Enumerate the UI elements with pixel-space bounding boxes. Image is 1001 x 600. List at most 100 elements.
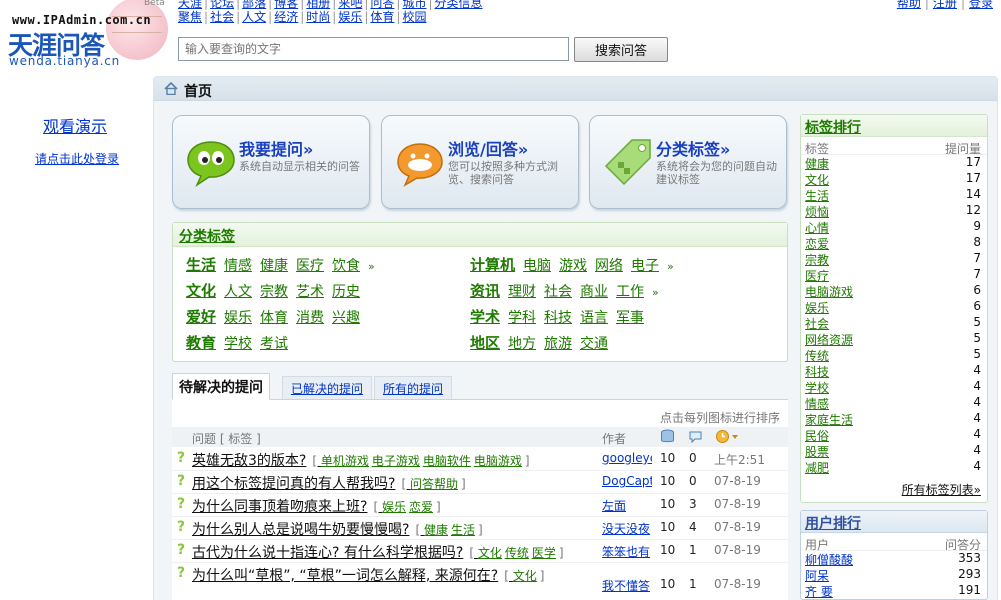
question-author[interactable]: 我不懂答 <box>602 577 652 594</box>
watch-demo-link[interactable]: 观看演示 <box>43 113 107 137</box>
register-link[interactable]: 注册 <box>933 0 957 10</box>
question-author[interactable]: googleye <box>602 451 652 465</box>
question-title[interactable]: 用这个标签提问真的有人帮我吗?[ 问答帮助] <box>192 473 466 493</box>
search-button[interactable]: 搜索问答 <box>574 37 668 62</box>
browse-answer-title[interactable]: 浏览/回答» <box>448 136 528 160</box>
tag-link[interactable]: 恋爱 <box>805 237 829 251</box>
category-sub[interactable]: 情感 <box>224 258 252 274</box>
question-tag[interactable]: 传统 <box>505 546 529 560</box>
category-sub[interactable]: 交通 <box>580 336 608 352</box>
question-tag[interactable]: 问答帮助 <box>410 477 458 491</box>
category-more[interactable]: » <box>667 260 674 273</box>
category-sub[interactable]: 电子 <box>631 258 659 274</box>
category-sub[interactable]: 饮食 <box>332 258 360 274</box>
nav-link[interactable]: 娱乐 <box>338 10 362 24</box>
nav-link[interactable]: 经济 <box>274 10 298 24</box>
category-sub[interactable]: 电脑 <box>523 258 551 274</box>
user-link[interactable]: 齐 要 <box>805 585 833 599</box>
nav-link[interactable]: 体育 <box>370 10 394 24</box>
question-tag[interactable]: 文化 <box>478 546 502 560</box>
question-author[interactable]: 没天没夜 <box>602 520 652 537</box>
question-title[interactable]: 英雄无敌3的版本?[ 单机游戏 电子游戏 电脑软件 电脑游戏] <box>192 450 530 470</box>
question-tag[interactable]: 健康 <box>424 523 448 537</box>
tag-link[interactable]: 科技 <box>805 365 829 379</box>
nav-link[interactable]: 时尚 <box>306 10 330 24</box>
nav-link[interactable]: 分类信息 <box>435 0 483 10</box>
category-sub[interactable]: 旅游 <box>544 336 572 352</box>
question-author[interactable]: DogCapt <box>602 474 652 488</box>
category-sub[interactable]: 学校 <box>224 336 252 352</box>
tag-link[interactable]: 家庭生活 <box>805 413 853 427</box>
category-more[interactable]: » <box>652 286 659 299</box>
tag-link[interactable]: 社会 <box>805 317 829 331</box>
question-tag[interactable]: 电脑软件 <box>423 454 471 468</box>
category-panel-title[interactable]: 分类标签 <box>173 223 787 247</box>
question-tag[interactable]: 医学 <box>532 546 556 560</box>
category-more[interactable]: » <box>368 260 375 273</box>
category-sub[interactable]: 消费 <box>296 310 324 326</box>
question-author[interactable]: 左面 <box>602 497 652 514</box>
nav-link[interactable]: 城市 <box>402 0 426 10</box>
tag-rank-title[interactable]: 标签排行 <box>801 115 987 137</box>
question-tag[interactable]: 电子游戏 <box>372 454 420 468</box>
nav-link[interactable]: 问答 <box>370 0 394 10</box>
nav-link[interactable]: 聚焦 <box>178 10 202 24</box>
question-title[interactable]: 为什么别人总是说喝牛奶要慢慢喝?[ 健康 生活] <box>192 519 483 539</box>
category-sub[interactable]: 工作 <box>616 284 644 300</box>
nav-link[interactable]: 社会 <box>210 10 234 24</box>
category-main[interactable]: 资讯 <box>470 282 500 300</box>
category-sub[interactable]: 社会 <box>544 284 572 300</box>
category-main[interactable]: 生活 <box>186 256 216 274</box>
nav-link[interactable]: 人文 <box>242 10 266 24</box>
tag-link[interactable]: 烦恼 <box>805 205 829 219</box>
tag-link[interactable]: 文化 <box>805 173 829 187</box>
tag-link[interactable]: 医疗 <box>805 269 829 283</box>
category-main[interactable]: 文化 <box>186 282 216 300</box>
category-sub[interactable]: 网络 <box>595 258 623 274</box>
category-sub[interactable]: 艺术 <box>296 284 324 300</box>
user-link[interactable]: 阿呆 <box>805 569 829 583</box>
category-sub[interactable]: 理财 <box>508 284 536 300</box>
ask-question-title[interactable]: 我要提问» <box>239 136 313 160</box>
database-icon[interactable] <box>660 429 675 444</box>
category-sub[interactable]: 军事 <box>616 310 644 326</box>
category-sub[interactable]: 地方 <box>508 336 536 352</box>
ask-question-box[interactable]: 我要提问» 系统自动显示相关的问答 <box>172 115 370 209</box>
category-main[interactable]: 地区 <box>470 334 500 352</box>
question-title[interactable]: 为什么叫“草根”, “草根”一词怎么解释, 来源何在?[ 文化] <box>192 565 592 585</box>
question-author[interactable]: 笨笨也有 <box>602 543 652 560</box>
nav-link[interactable]: 博客 <box>274 0 298 10</box>
column-author[interactable]: 作者 <box>602 430 626 447</box>
tab-unsolved[interactable]: 待解决的提问 <box>172 373 270 400</box>
category-sub[interactable]: 语言 <box>580 310 608 326</box>
category-sub[interactable]: 娱乐 <box>224 310 252 326</box>
tag-link[interactable]: 网络资源 <box>805 333 853 347</box>
category-main[interactable]: 爱好 <box>186 308 216 326</box>
nav-link[interactable]: 部落 <box>242 0 266 10</box>
question-tag[interactable]: 电脑游戏 <box>474 454 522 468</box>
tag-link[interactable]: 电脑游戏 <box>805 285 853 299</box>
question-tag[interactable]: 单机游戏 <box>321 454 369 468</box>
search-input[interactable] <box>178 37 569 61</box>
category-sub[interactable]: 宗教 <box>260 284 288 300</box>
question-tag[interactable]: 娱乐 <box>382 500 406 514</box>
category-main[interactable]: 计算机 <box>470 256 515 274</box>
question-title[interactable]: 古代为什么说十指连心? 有什么科学根据吗?[ 文化 传统 医学] <box>192 542 564 562</box>
user-link[interactable]: 柳僧酸酸 <box>805 553 853 567</box>
tag-link[interactable]: 民俗 <box>805 429 829 443</box>
category-sub[interactable]: 商业 <box>580 284 608 300</box>
tab-all[interactable]: 所有的提问 <box>374 376 453 399</box>
tag-link[interactable]: 生活 <box>805 189 829 203</box>
tag-link[interactable]: 健康 <box>805 157 829 171</box>
help-link[interactable]: 帮助 <box>897 0 921 10</box>
all-tags-link[interactable]: 所有标签列表» <box>902 481 981 498</box>
category-sub[interactable]: 医疗 <box>296 258 324 274</box>
question-title[interactable]: 为什么同事顶着吻痕来上班?[ 娱乐 恋爱] <box>192 496 441 516</box>
tag-link[interactable]: 情感 <box>805 397 829 411</box>
category-sub[interactable]: 体育 <box>260 310 288 326</box>
category-main[interactable]: 学术 <box>470 308 500 326</box>
user-rank-title[interactable]: 用户排行 <box>801 511 987 533</box>
home-icon[interactable] <box>164 82 178 95</box>
question-tag[interactable]: 文化 <box>513 569 537 583</box>
tag-link[interactable]: 股票 <box>805 445 829 459</box>
